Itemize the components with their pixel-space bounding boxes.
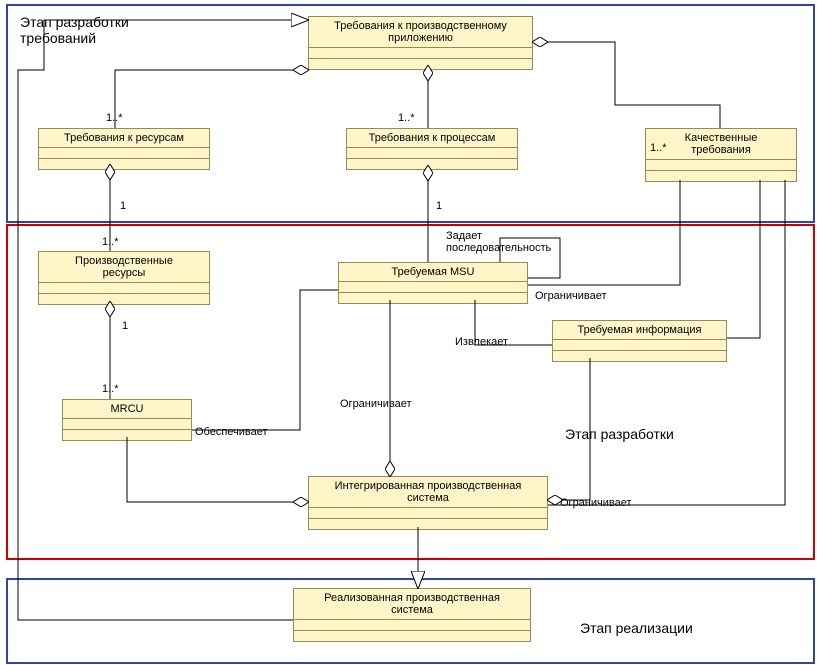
class-op <box>309 519 547 529</box>
label-development-stage: Этап разработки <box>565 426 674 442</box>
class-qual-req: Качественные требования <box>645 128 797 182</box>
class-title: MRCU <box>63 400 191 419</box>
class-title: Требования к производственному приложени… <box>309 17 532 48</box>
class-attr <box>553 340 726 351</box>
class-attr <box>309 508 547 519</box>
mult-reqres-one: 1 <box>120 200 126 212</box>
lbl-constrains-info: Ограничивает <box>340 398 412 410</box>
class-req-info: Требуемая информация <box>552 320 727 362</box>
class-title: Требуемая MSU <box>339 263 527 282</box>
class-req-msu: Требуемая MSU <box>338 262 528 304</box>
mult-reqproc-one: 1 <box>436 200 442 212</box>
class-attr <box>39 148 209 159</box>
class-op <box>294 631 530 641</box>
class-attr <box>63 419 191 430</box>
class-attr <box>39 283 209 294</box>
class-req-res: Требования к ресурсам <box>38 128 210 170</box>
class-title: Реализованная производственная система <box>294 589 530 620</box>
class-op <box>39 159 209 169</box>
class-attr <box>646 160 796 171</box>
class-prod-res: Производственные ресурсы <box>38 251 210 305</box>
lbl-constrains-msu: Ограничивает <box>535 290 607 302</box>
class-op <box>646 171 796 181</box>
class-op <box>309 59 532 69</box>
class-req-app: Требования к производственному приложени… <box>308 16 533 70</box>
class-title: Требуемая информация <box>553 321 726 340</box>
class-real-sys: Реализованная производственная система <box>293 588 531 642</box>
class-op <box>39 294 209 304</box>
class-title: Производственные ресурсы <box>39 252 209 283</box>
lbl-extracts: Извлекает <box>455 336 508 348</box>
class-title: Интегрированная производственная система <box>309 477 547 508</box>
mult-reqproc: 1..* <box>398 112 415 124</box>
class-attr <box>309 48 532 59</box>
class-mrcu: MRCU <box>62 399 192 441</box>
class-req-proc: Требования к процессам <box>346 128 518 170</box>
lbl-provides: Обеспечивает <box>195 426 268 438</box>
lbl-constrains-ips: Ограничивает <box>560 497 632 509</box>
class-ips: Интегрированная производственная система <box>308 476 548 530</box>
class-attr <box>339 282 527 293</box>
label-requirements-stage: Этап разработки требований <box>20 14 129 46</box>
class-attr <box>347 148 517 159</box>
lbl-seq: Задает последовательность <box>446 230 551 254</box>
class-op <box>347 159 517 169</box>
class-title: Качественные требования <box>646 129 796 160</box>
mult-prodres-one: 1 <box>122 320 128 332</box>
mult-mrcu-many: 1..* <box>102 383 119 395</box>
mult-prodres-many: 1..* <box>102 236 119 248</box>
class-title: Требования к ресурсам <box>39 129 209 148</box>
class-attr <box>294 620 530 631</box>
class-op <box>339 293 527 303</box>
mult-reqres: 1..* <box>106 112 123 124</box>
mult-qualreq: 1..* <box>650 142 667 154</box>
label-realization-stage: Этап реализации <box>580 620 693 636</box>
class-op <box>553 351 726 361</box>
class-op <box>63 430 191 440</box>
diagram-canvas: Этап разработки требований Этап разработ… <box>0 0 817 665</box>
class-title: Требования к процессам <box>347 129 517 148</box>
